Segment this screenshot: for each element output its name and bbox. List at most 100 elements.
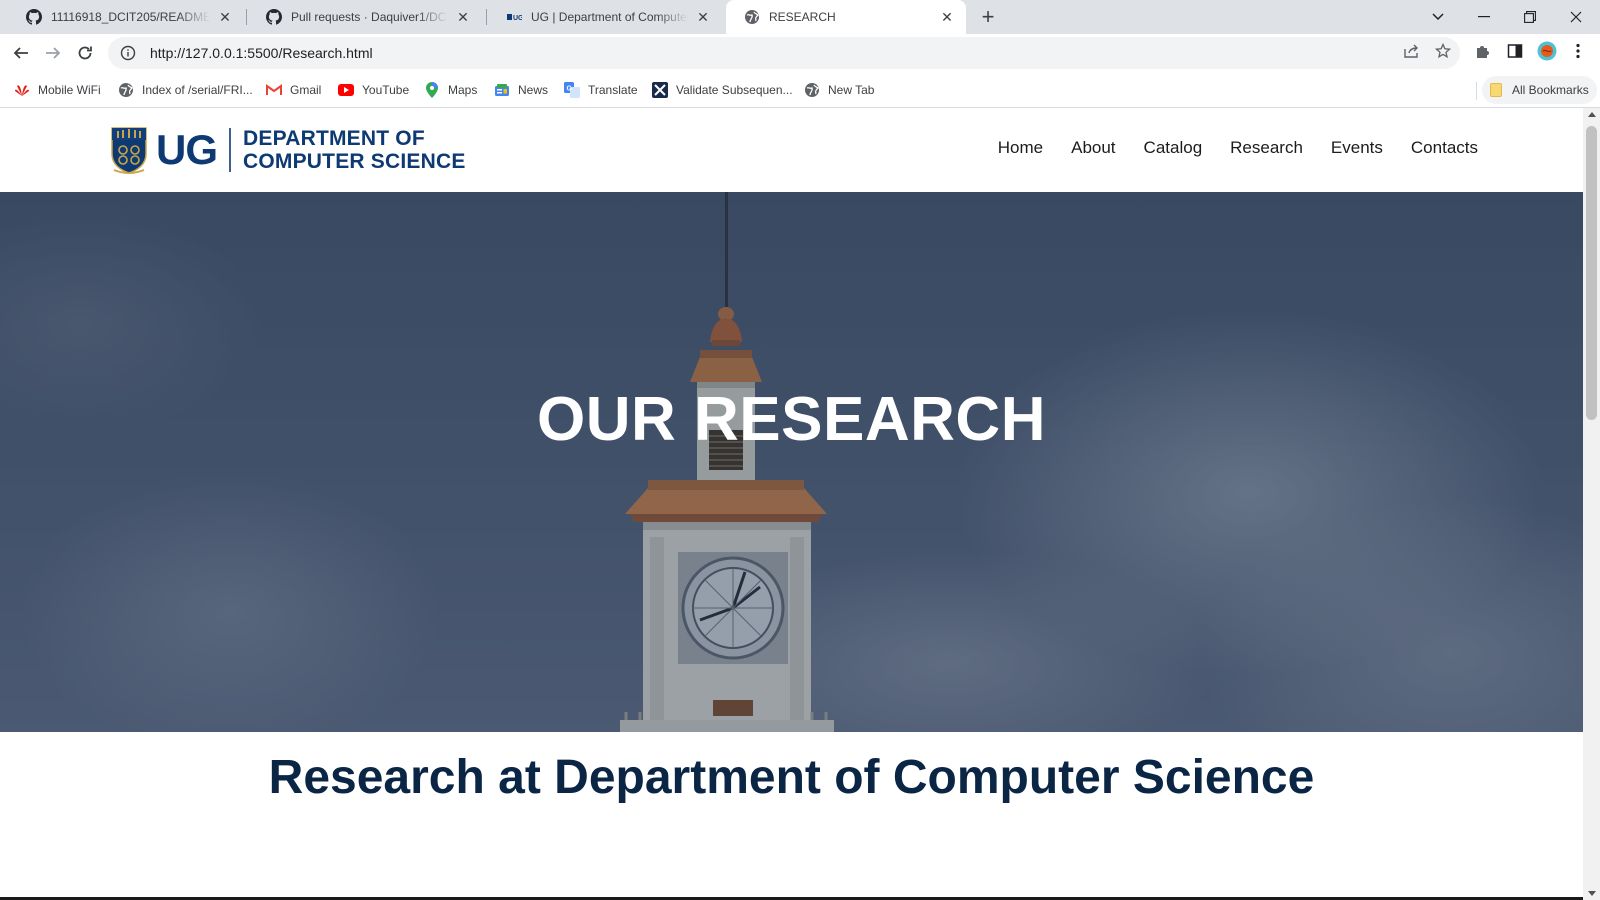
forward-button[interactable] bbox=[38, 38, 68, 68]
bookmark-validate-subsequence[interactable]: Validate Subsequen... bbox=[652, 80, 793, 100]
bookmark-gmail[interactable]: Gmail bbox=[266, 80, 321, 100]
news-icon bbox=[494, 82, 510, 98]
close-icon[interactable]: ✕ bbox=[454, 8, 472, 26]
bookmark-index-serial[interactable]: Index of /serial/FRI... bbox=[118, 80, 253, 100]
bookmark-label: Validate Subsequen... bbox=[676, 83, 793, 97]
globe-icon bbox=[744, 9, 760, 25]
tab-search-button[interactable] bbox=[1416, 0, 1460, 34]
page-scrollbar[interactable] bbox=[1583, 108, 1600, 900]
bookmark-mobile-wifi[interactable]: Mobile WiFi bbox=[14, 80, 101, 100]
globe-icon bbox=[804, 82, 820, 98]
bookmark-label: Mobile WiFi bbox=[38, 83, 101, 97]
share-button[interactable] bbox=[1400, 40, 1422, 62]
validate-icon bbox=[652, 82, 668, 98]
nav-link-about[interactable]: About bbox=[1071, 138, 1115, 158]
star-icon bbox=[1435, 43, 1451, 59]
logo-line-2: COMPUTER SCIENCE bbox=[243, 150, 466, 173]
nav-link-events[interactable]: Events bbox=[1331, 138, 1383, 158]
github-icon bbox=[26, 9, 42, 25]
bookmark-new-tab[interactable]: New Tab bbox=[804, 80, 874, 100]
bookmark-youtube[interactable]: YouTube bbox=[338, 80, 409, 100]
bookmark-label: Translate bbox=[588, 83, 638, 97]
globe-icon bbox=[118, 82, 134, 98]
extensions-button[interactable] bbox=[1472, 40, 1494, 62]
restore-icon bbox=[1524, 11, 1536, 23]
translate-icon: G bbox=[564, 82, 580, 98]
browser-tab-research[interactable]: RESEARCH ✕ bbox=[726, 0, 966, 34]
url-text: http://127.0.0.1:5500/Research.html bbox=[150, 45, 373, 61]
gmail-icon bbox=[266, 82, 282, 98]
bookmark-label: Gmail bbox=[290, 83, 322, 97]
bookmarks-bar: Mobile WiFi Index of /serial/FRI... Gmai… bbox=[0, 72, 1600, 108]
scroll-down-arrow-icon[interactable] bbox=[1588, 891, 1596, 896]
browser-tab-ug-department[interactable]: UG UG | Department of Computer Science ✕ bbox=[488, 0, 722, 34]
logo-divider bbox=[229, 128, 231, 172]
nav-link-home[interactable]: Home bbox=[998, 138, 1043, 158]
minimize-icon bbox=[1478, 16, 1490, 18]
browser-tab-strip: 11116918_DCIT205/README.md ✕ Pull reques… bbox=[0, 0, 1600, 34]
browser-tab-pull-requests[interactable]: Pull requests · Daquiver1/DCIT_205 ✕ bbox=[248, 0, 482, 34]
ug-favicon-icon: UG bbox=[506, 9, 522, 25]
clock-tower-image bbox=[0, 192, 1583, 732]
ug-crest-icon bbox=[111, 127, 147, 174]
avatar bbox=[1537, 41, 1557, 61]
bookmark-label: News bbox=[518, 83, 549, 97]
logo-ug-text: UG bbox=[156, 126, 218, 173]
bookmark-label: Maps bbox=[448, 83, 478, 97]
reload-icon bbox=[78, 46, 92, 60]
minimize-button[interactable] bbox=[1462, 0, 1506, 34]
close-icon[interactable]: ✕ bbox=[216, 8, 234, 26]
nav-link-research[interactable]: Research bbox=[1230, 138, 1303, 158]
menu-button[interactable] bbox=[1567, 40, 1589, 62]
browser-tab-readme[interactable]: 11116918_DCIT205/README.md ✕ bbox=[8, 0, 244, 34]
side-panel-button[interactable] bbox=[1504, 40, 1526, 62]
chevron-down-icon bbox=[1432, 13, 1444, 21]
youtube-icon bbox=[338, 82, 354, 98]
close-window-button[interactable] bbox=[1554, 0, 1598, 34]
all-bookmarks-button[interactable]: All Bookmarks bbox=[1482, 76, 1597, 104]
svg-text:G: G bbox=[567, 86, 573, 93]
github-icon bbox=[266, 9, 282, 25]
reload-button[interactable] bbox=[70, 38, 100, 68]
tab-separator bbox=[246, 9, 247, 25]
close-icon bbox=[1570, 11, 1582, 23]
arrow-right-icon bbox=[46, 47, 61, 59]
page-viewport: UG DEPARTMENT OF COMPUTER SCIENCE Home A… bbox=[0, 108, 1583, 900]
tab-title: 11116918_DCIT205/README.md bbox=[51, 10, 210, 24]
restore-button[interactable] bbox=[1508, 0, 1552, 34]
tab-separator bbox=[486, 9, 487, 25]
share-icon bbox=[1404, 44, 1418, 58]
bookmark-news[interactable]: News bbox=[494, 80, 548, 100]
main-nav: Home About Catalog Research Events Conta… bbox=[998, 138, 1478, 158]
arrow-left-icon bbox=[13, 47, 28, 59]
scroll-up-arrow-icon[interactable] bbox=[1588, 112, 1596, 117]
section-title: Research at Department of Computer Scien… bbox=[268, 751, 1315, 804]
kebab-menu-icon bbox=[1576, 43, 1580, 59]
scrollbar-thumb[interactable] bbox=[1586, 126, 1597, 420]
bookmark-translate[interactable]: G Translate bbox=[564, 80, 638, 100]
huawei-icon bbox=[14, 82, 30, 98]
tab-title: RESEARCH bbox=[769, 10, 836, 24]
bookmark-maps[interactable]: Maps bbox=[424, 80, 477, 100]
address-bar[interactable]: http://127.0.0.1:5500/Research.html bbox=[108, 37, 1460, 69]
maps-icon bbox=[424, 82, 440, 98]
hero-banner: OUR RESEARCH bbox=[0, 192, 1583, 732]
new-tab-button[interactable]: + bbox=[976, 4, 1000, 29]
nav-link-contacts[interactable]: Contacts bbox=[1411, 138, 1478, 158]
bookmark-star-button[interactable] bbox=[1432, 40, 1454, 62]
site-header: UG DEPARTMENT OF COMPUTER SCIENCE Home A… bbox=[0, 108, 1583, 192]
bookmark-label: Index of /serial/FRI... bbox=[142, 83, 253, 97]
site-logo[interactable]: UG DEPARTMENT OF COMPUTER SCIENCE bbox=[110, 124, 466, 176]
close-icon[interactable]: ✕ bbox=[938, 8, 956, 26]
all-bookmarks-label: All Bookmarks bbox=[1512, 83, 1589, 97]
bookmark-label: New Tab bbox=[828, 83, 875, 97]
bookmark-label: YouTube bbox=[362, 83, 410, 97]
tab-title: UG | Department of Computer Science bbox=[531, 10, 688, 24]
info-icon[interactable] bbox=[118, 43, 138, 63]
bookmarks-divider bbox=[1476, 82, 1477, 100]
close-icon[interactable]: ✕ bbox=[694, 8, 712, 26]
nav-link-catalog[interactable]: Catalog bbox=[1144, 138, 1203, 158]
svg-text:UG: UG bbox=[513, 15, 522, 22]
profile-button[interactable] bbox=[1536, 40, 1558, 62]
back-button[interactable] bbox=[6, 38, 36, 68]
